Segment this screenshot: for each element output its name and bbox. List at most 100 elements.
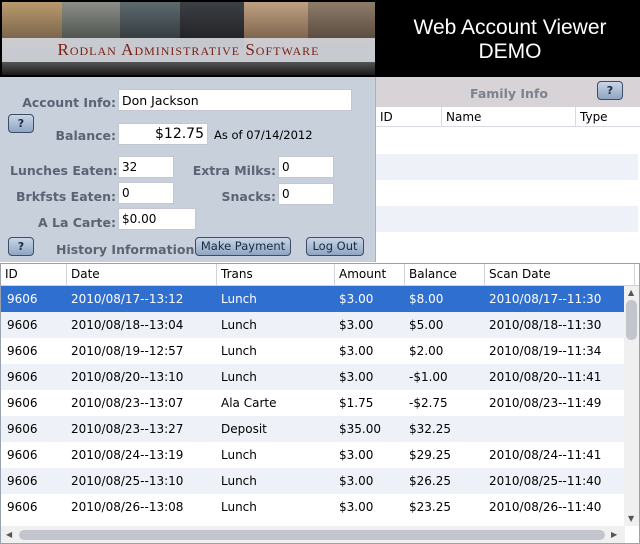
horizontal-scroll-thumb[interactable] — [19, 530, 605, 540]
table-row[interactable]: 9606 2010/08/20--13:10 Lunch $3.00 -$1.00 201… — [1, 364, 625, 390]
breakfasts-eaten-field: 0 — [118, 182, 174, 204]
family-info-header: Family Info ? — [376, 77, 640, 107]
table-row[interactable]: 9606 2010/08/23--13:07 Ala Carte $1.75 -$2.7… — [1, 390, 625, 416]
app-title-line2: DEMO — [478, 40, 542, 63]
cell-balance: -$1.00 — [409, 370, 448, 384]
col-scan-date[interactable]: Scan Date — [485, 264, 635, 286]
cell-id: 9606 — [7, 344, 38, 358]
cell-trans: Ala Carte — [221, 396, 277, 410]
horizontal-scrollbar[interactable]: ◀ ▶ — [1, 526, 625, 543]
snacks-field: 0 — [278, 183, 334, 205]
family-info-panel: Family Info ? ID Name Type — [376, 77, 640, 262]
cell-balance: $26.25 — [409, 474, 451, 488]
vertical-scroll-thumb[interactable] — [626, 300, 637, 340]
family-col-type[interactable]: Type — [576, 107, 640, 127]
history-grid: ID Date Trans Amount Balance Scan Date 9… — [0, 263, 640, 544]
cell-amount: $3.00 — [339, 448, 374, 462]
cell-trans: Lunch — [221, 292, 257, 306]
account-info-label: Account Info: — [22, 95, 116, 110]
cell-trans: Deposit — [221, 422, 267, 436]
table-row[interactable]: 9606 2010/08/26--13:08 Lunch $3.00 $23.25 201… — [1, 494, 625, 520]
col-id[interactable]: ID — [1, 264, 67, 286]
cell-balance: $29.25 — [409, 448, 451, 462]
cell-scan-date: 2010/08/23--11:49 — [489, 396, 602, 410]
app-header: Rodlan Administrative Software Web Accou… — [0, 0, 640, 77]
table-row[interactable]: 9606 2010/08/19--12:57 Lunch $3.00 $2.00 2010… — [1, 338, 625, 364]
cell-amount: $3.00 — [339, 474, 374, 488]
vertical-scrollbar[interactable]: ▲ ▼ — [624, 286, 639, 526]
col-amount[interactable]: Amount — [335, 264, 405, 286]
cell-scan-date: 2010/08/19--11:34 — [489, 344, 602, 358]
account-name-field: Don Jackson — [118, 89, 352, 111]
table-row[interactable]: 9606 2010/08/23--13:27 Deposit $35.00 $32.25 — [1, 416, 625, 442]
cell-id: 9606 — [7, 474, 38, 488]
company-name: Rodlan Administrative Software — [57, 40, 320, 59]
cell-amount: $3.00 — [339, 292, 374, 306]
table-row[interactable]: 9606 2010/08/25--13:10 Lunch $3.00 $26.25 201… — [1, 468, 625, 494]
cell-amount: $3.00 — [339, 344, 374, 358]
cell-date: 2010/08/24--13:19 — [71, 448, 184, 462]
lunches-eaten-label: Lunches Eaten: — [10, 163, 118, 178]
cell-id: 9606 — [7, 422, 38, 436]
cell-trans: Lunch — [221, 474, 257, 488]
family-row — [376, 232, 638, 258]
cell-scan-date: 2010/08/17--11:30 — [489, 292, 602, 306]
cell-scan-date: 2010/08/24--11:41 — [489, 448, 602, 462]
cell-amount: $35.00 — [339, 422, 381, 436]
snacks-label: Snacks: — [221, 189, 277, 204]
cell-id: 9606 — [7, 396, 38, 410]
scroll-down-icon[interactable]: ▼ — [628, 514, 634, 523]
family-help-button[interactable]: ? — [597, 81, 623, 100]
scroll-right-icon[interactable]: ▶ — [611, 530, 617, 539]
alacarte-label: A La Carte: — [37, 215, 116, 230]
family-row — [376, 128, 638, 154]
cell-trans: Lunch — [221, 500, 257, 514]
extra-milks-field: 0 — [278, 156, 334, 178]
history-rows: 9606 2010/08/17--13:12 Lunch $3.00 $8.00 2010… — [1, 286, 625, 526]
scroll-up-icon[interactable]: ▲ — [628, 288, 634, 297]
cell-date: 2010/08/26--13:08 — [71, 500, 184, 514]
cell-id: 9606 — [7, 448, 38, 462]
cell-balance: -$2.75 — [409, 396, 448, 410]
cell-amount: $1.75 — [339, 396, 374, 410]
app-title: Web Account Viewer DEMO — [380, 16, 640, 64]
family-row — [376, 180, 638, 206]
history-information-label: History Information — [56, 242, 195, 257]
cell-trans: Lunch — [221, 370, 257, 384]
family-row — [376, 206, 638, 232]
cell-balance: $8.00 — [409, 292, 444, 306]
logout-button[interactable]: Log Out — [306, 237, 364, 256]
table-row[interactable]: 9606 2010/08/17--13:12 Lunch $3.00 $8.00 2010… — [1, 286, 625, 312]
cell-balance: $23.25 — [409, 500, 451, 514]
cell-date: 2010/08/18--13:04 — [71, 318, 184, 332]
cell-date: 2010/08/17--13:12 — [71, 292, 184, 306]
scroll-left-icon[interactable]: ◀ — [6, 530, 12, 539]
history-help-button[interactable]: ? — [8, 237, 34, 256]
cell-trans: Lunch — [221, 318, 257, 332]
family-row — [376, 154, 638, 180]
family-table-header: ID Name Type — [376, 107, 640, 127]
table-row[interactable]: 9606 2010/08/24--13:19 Lunch $3.00 $29.25 201… — [1, 442, 625, 468]
cell-trans: Lunch — [221, 448, 257, 462]
cell-trans: Lunch — [221, 344, 257, 358]
cell-amount: $3.00 — [339, 318, 374, 332]
cell-scan-date: 2010/08/26--11:40 — [489, 500, 602, 514]
extra-milks-label: Extra Milks: — [192, 163, 276, 178]
cell-amount: $3.00 — [339, 500, 374, 514]
cell-scan-date: 2010/08/25--11:40 — [489, 474, 602, 488]
col-balance[interactable]: Balance — [405, 264, 485, 286]
balance-label: Balance: — [55, 128, 116, 143]
account-panel: Account Info: Don Jackson ? Balance: $12… — [0, 77, 376, 262]
cell-id: 9606 — [7, 318, 38, 332]
table-row[interactable]: 9606 2010/08/18--13:04 Lunch $3.00 $5.00 2010… — [1, 312, 625, 338]
cell-balance: $2.00 — [409, 344, 444, 358]
cell-date: 2010/08/25--13:10 — [71, 474, 184, 488]
family-col-id[interactable]: ID — [376, 107, 442, 127]
col-trans[interactable]: Trans — [217, 264, 335, 286]
col-date[interactable]: Date — [67, 264, 217, 286]
make-payment-button[interactable]: Make Payment — [195, 237, 291, 256]
balance-as-of: As of 07/14/2012 — [214, 128, 313, 142]
family-col-name[interactable]: Name — [442, 107, 576, 127]
balance-field: $12.75 — [118, 123, 208, 145]
cell-id: 9606 — [7, 292, 38, 306]
